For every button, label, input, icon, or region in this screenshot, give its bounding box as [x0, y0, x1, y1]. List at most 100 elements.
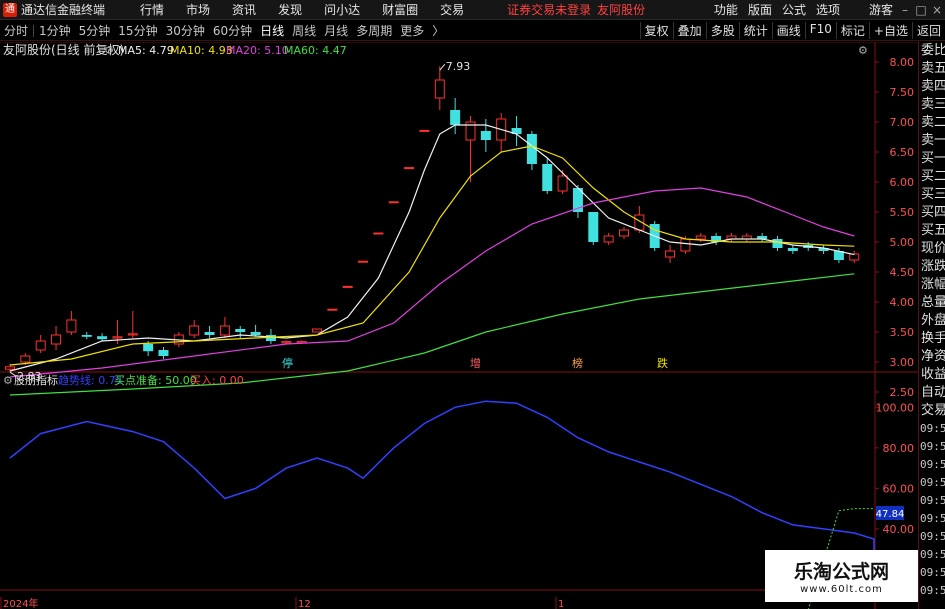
indicator-label: 趋势线: 0.75 — [58, 373, 123, 387]
quote-field-label: 买四 — [921, 205, 945, 220]
menu-item-markets[interactable]: 市场 — [175, 1, 221, 18]
period-60min[interactable]: 60分钟 — [209, 22, 256, 39]
y-tick-label: 5.50 — [890, 206, 915, 219]
candle-body — [787, 248, 798, 251]
period-daily[interactable]: 日线 — [256, 22, 288, 39]
candle-body — [66, 319, 77, 333]
period-1min[interactable]: 1分钟 — [35, 22, 75, 39]
watermark: 乐淘公式网 www.60lt.com — [765, 550, 918, 602]
event-marker: 跌 — [657, 356, 668, 370]
period-multi[interactable]: 多周期 — [352, 22, 396, 39]
period-15min[interactable]: 15分钟 — [114, 22, 161, 39]
kline-chart[interactable]: 8.00 7.50 7.00 6.50 6.00 5.50 5.00 4.50 4.00 3.50… — [0, 42, 945, 609]
stats-button[interactable]: 统计 — [738, 22, 772, 39]
candle-body — [127, 333, 138, 336]
menu-item-discover[interactable]: 发现 — [267, 1, 313, 18]
indicator-title: 股朋指标 — [14, 373, 58, 387]
tick-time: 09:55 — [920, 512, 945, 525]
candle-body — [404, 167, 415, 170]
candle-body — [695, 235, 706, 240]
period-toolbar: 分时 1分钟 5分钟 15分钟 30分钟 60分钟 日线 周线 月线 多周期 更… — [0, 21, 945, 41]
x-axis-label: 2024年 — [3, 597, 38, 609]
candle-body — [480, 131, 491, 140]
candle-body — [680, 238, 691, 252]
quote-field-label: 涨跌 — [921, 259, 945, 274]
menu-item-function[interactable]: 功能 — [709, 1, 743, 18]
candle-body — [235, 329, 246, 332]
auto-toggle[interactable]: 自动 — [919, 384, 945, 402]
quote-field-label: 卖四 — [921, 79, 945, 94]
candle-body — [849, 253, 860, 261]
candle-body — [373, 232, 384, 235]
y-tick-label: 7.50 — [890, 86, 915, 99]
guest-label[interactable]: 游客 — [869, 1, 893, 18]
candle-body — [189, 325, 200, 336]
menu-item-ask[interactable]: 问小达 — [313, 1, 371, 18]
tick-time: 09:55 — [920, 584, 945, 597]
multi-stock-button[interactable]: 多股 — [705, 22, 739, 39]
close-icon[interactable]: × — [929, 3, 945, 17]
quote-field-label: 收益 — [921, 367, 945, 382]
quote-field-label: 买二 — [921, 169, 945, 184]
tick-time: 09:55 — [920, 548, 945, 561]
period-5min[interactable]: 5分钟 — [75, 22, 115, 39]
f10-button[interactable]: F10 — [804, 22, 836, 39]
candle-body — [358, 260, 369, 263]
minimize-icon[interactable]: – — [897, 3, 913, 17]
menu-item-trade[interactable]: 交易 — [429, 1, 475, 18]
menu-item-formula[interactable]: 公式 — [777, 1, 811, 18]
notice-stock-name[interactable]: 友阿股份 — [597, 1, 645, 18]
high-marker-line — [439, 63, 446, 71]
maximize-icon[interactable]: □ — [913, 3, 929, 17]
ma-line-ma10 — [9, 145, 855, 366]
tick-time: 09:55 — [920, 494, 945, 507]
menu-item-news[interactable]: 资讯 — [221, 1, 267, 18]
adjust-button[interactable]: 复权 — [639, 22, 673, 39]
candle-body — [158, 350, 169, 356]
x-axis-label: 12 — [298, 599, 311, 609]
chevron-right-icon[interactable]: 〉 — [428, 22, 448, 39]
event-marker: 增 — [470, 356, 481, 370]
quote-field-label: 买五 — [921, 223, 945, 238]
ma-label: MA60: 4.47 — [284, 44, 347, 57]
y-tick-label: 3.00 — [890, 356, 915, 369]
quote-field-label: 换手 — [921, 331, 945, 346]
candle-body — [250, 332, 261, 335]
trade-tab[interactable]: 交易 — [919, 402, 945, 420]
period-timeshare[interactable]: 分时 — [0, 22, 32, 39]
watermark-url: www.60lt.com — [800, 584, 883, 595]
quote-field-label: 外盘 — [921, 313, 945, 328]
menu-bar: 通 通达信金融终端 行情 市场 资讯 发现 问小达 财富圈 交易 证券交易未登录… — [0, 0, 945, 20]
app-title: 通达信金融终端 — [21, 3, 106, 17]
back-button[interactable]: 返回 — [911, 22, 945, 39]
quote-field-label: 卖二 — [921, 115, 945, 130]
y-tick-label: 4.00 — [890, 296, 915, 309]
menu-item-layout[interactable]: 版面 — [743, 1, 777, 18]
indicator-tick-label: 100.00 — [876, 401, 915, 414]
tick-time: 09:55 — [920, 566, 945, 579]
overlay-button[interactable]: 叠加 — [672, 22, 706, 39]
menu-item-market[interactable]: 行情 — [129, 1, 175, 18]
quote-field-label: 委比 — [921, 43, 945, 58]
candle-body — [35, 340, 46, 351]
candle-body — [143, 344, 154, 352]
menu-item-options[interactable]: 选项 — [811, 1, 845, 18]
y-tick-label: 3.50 — [890, 326, 915, 339]
chart-area[interactable]: 8.00 7.50 7.00 6.50 6.00 5.50 5.00 4.50 4.00 3.50… — [0, 42, 945, 609]
mark-button[interactable]: 标记 — [835, 22, 869, 39]
gear-icon: ⚙ — [104, 44, 114, 57]
quote-field-label: 卖一 — [921, 133, 945, 148]
draw-line-button[interactable]: 画线 — [771, 22, 805, 39]
quote-field-label: 涨幅 — [921, 277, 945, 292]
candle-body — [419, 129, 430, 132]
period-30min[interactable]: 30分钟 — [162, 22, 209, 39]
period-more[interactable]: 更多 — [396, 22, 428, 39]
add-watchlist-button[interactable]: +自选 — [868, 22, 912, 39]
login-notice[interactable]: 证券交易未登录 — [507, 1, 591, 18]
quote-field-label: 买一 — [921, 151, 945, 166]
period-monthly[interactable]: 月线 — [320, 22, 352, 39]
settings-icon: ⚙ — [858, 44, 868, 57]
menu-item-wealth[interactable]: 财富圈 — [371, 1, 429, 18]
period-weekly[interactable]: 周线 — [288, 22, 320, 39]
ma-line-ma20 — [9, 187, 855, 378]
